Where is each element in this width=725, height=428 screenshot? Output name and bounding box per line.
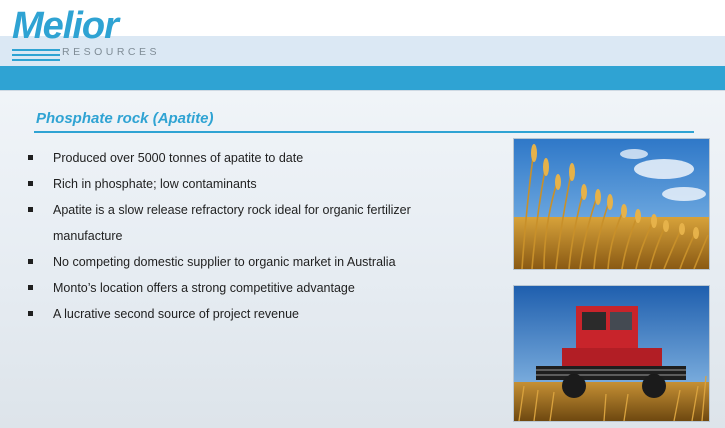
header-accent-bar	[0, 66, 725, 90]
logo-subtitle: RESOURCES	[62, 46, 161, 58]
bullet-item: Produced over 5000 tonnes of apatite to …	[26, 145, 466, 171]
company-logo: Melior RESOURCES	[10, 6, 170, 64]
bullet-square-icon	[28, 285, 33, 290]
bullet-text: Apatite is a slow release refractory roc…	[53, 203, 411, 243]
bullet-square-icon	[28, 207, 33, 212]
bullet-square-icon	[28, 311, 33, 316]
bullet-square-icon	[28, 259, 33, 264]
title-underline	[34, 131, 694, 133]
logo-wordmark: Melior	[12, 5, 119, 47]
bullet-list: Produced over 5000 tonnes of apatite to …	[26, 145, 466, 327]
slide-title: Phosphate rock (Apatite)	[36, 110, 214, 127]
wheat-field-photo	[513, 138, 710, 270]
bullet-text: A lucrative second source of project rev…	[53, 307, 299, 321]
bullet-item: No competing domestic supplier to organi…	[26, 249, 466, 275]
bullet-item: Apatite is a slow release refractory roc…	[26, 197, 466, 249]
combine-harvester-photo	[513, 285, 710, 422]
bullet-item: A lucrative second source of project rev…	[26, 301, 466, 327]
bullet-item: Monto’s location offers a strong competi…	[26, 275, 466, 301]
bullet-square-icon	[28, 181, 33, 186]
bullet-text: No competing domestic supplier to organi…	[53, 255, 396, 269]
bullet-text: Rich in phosphate; low contaminants	[53, 177, 257, 191]
slide: Melior RESOURCES Phosphate rock (Apatite…	[0, 0, 725, 428]
bullet-item: Rich in phosphate; low contaminants	[26, 171, 466, 197]
bullet-square-icon	[28, 155, 33, 160]
logo-stripes-icon	[12, 49, 60, 61]
bullet-text: Produced over 5000 tonnes of apatite to …	[53, 151, 304, 165]
bullet-text: Monto’s location offers a strong competi…	[53, 281, 355, 295]
